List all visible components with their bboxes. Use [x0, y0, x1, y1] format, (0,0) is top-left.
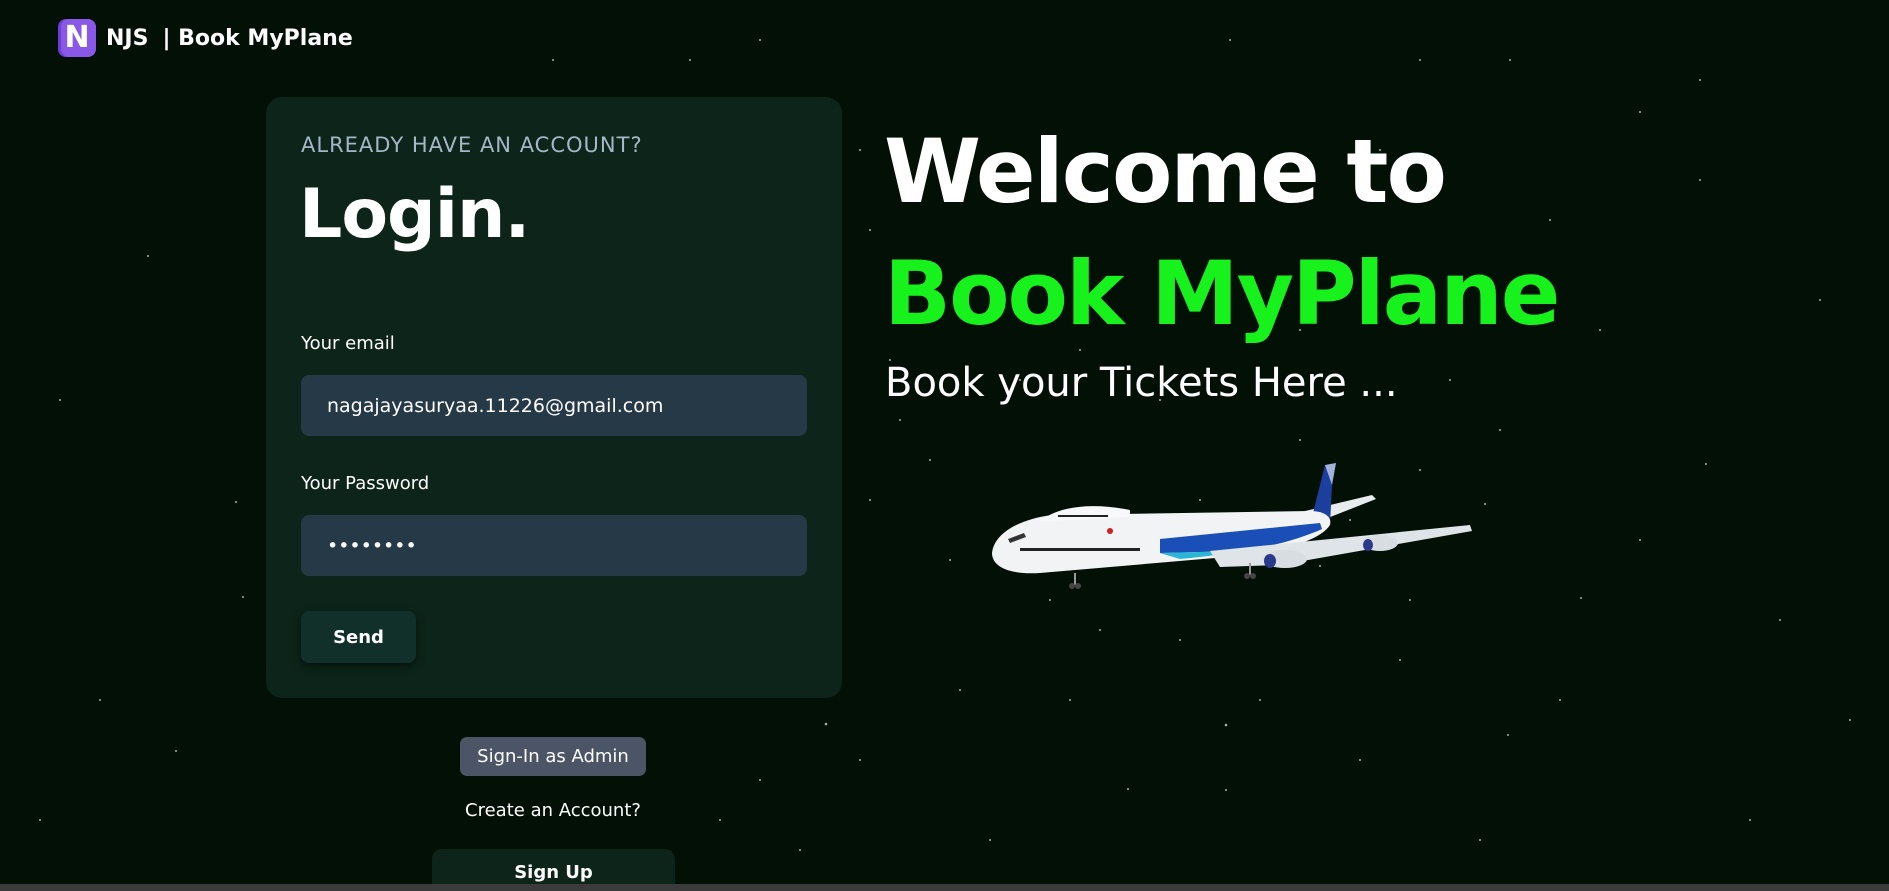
create-account-link[interactable]: Create an Account? [400, 800, 706, 821]
bottom-edge-bar [0, 884, 1889, 891]
password-field[interactable]: •••••••• [301, 515, 807, 576]
email-field[interactable]: nagajayasuryaa.11226@gmail.com [301, 375, 807, 436]
logo-letter: N [64, 20, 90, 55]
brand-header[interactable]: N NJS | Book MyPlane [58, 18, 353, 58]
login-card: ALREADY HAVE AN ACCOUNT? Login. Your ema… [266, 97, 842, 698]
airplane-image [992, 463, 1472, 589]
njs-logo-icon: N [58, 19, 96, 57]
brand-name: NJS [106, 25, 149, 51]
login-title: Login. [299, 175, 530, 254]
hero-heading-line1: Welcome to [884, 120, 1447, 223]
email-label: Your email [301, 333, 395, 354]
hero-heading-line2: Book MyPlane [884, 242, 1560, 345]
login-page: N NJS | Book MyPlane ALREADY HAVE AN ACC… [0, 0, 1889, 891]
brand-suffix: | Book MyPlane [162, 25, 353, 51]
send-button[interactable]: Send [301, 611, 416, 663]
hero-subtitle: Book your Tickets Here ... [885, 360, 1398, 406]
password-label: Your Password [301, 473, 430, 494]
admin-signin-button[interactable]: Sign-In as Admin [460, 737, 646, 776]
login-pretitle: ALREADY HAVE AN ACCOUNT? [301, 133, 643, 157]
